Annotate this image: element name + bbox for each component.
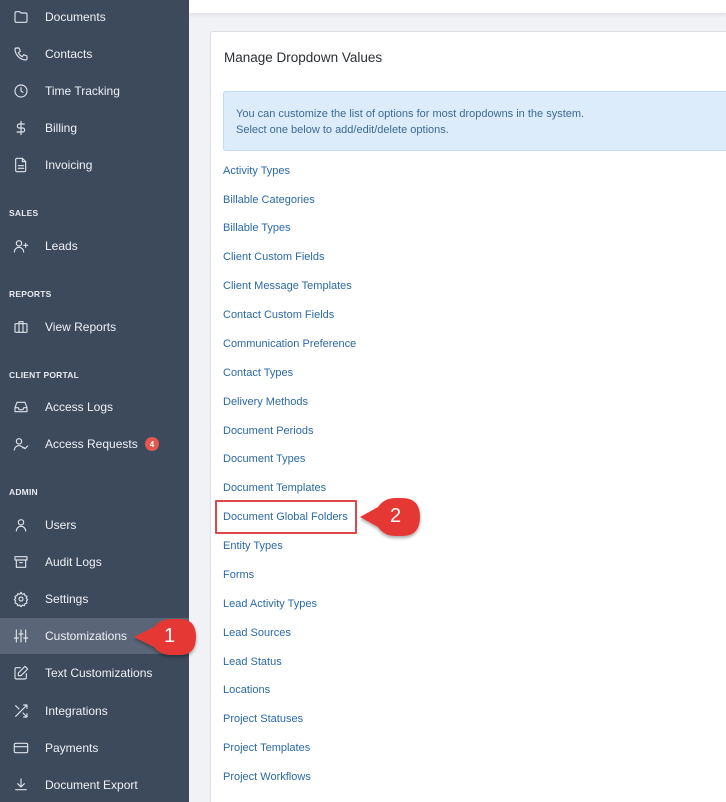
archive-icon [12,553,30,571]
link-project-workflows[interactable]: Project Workflows [223,771,311,783]
sidebar-item-label: Document Export [45,778,138,792]
sidebar-item-document-export[interactable]: Document Export [0,767,189,802]
sidebar-item-label: Payments [45,741,99,755]
link-billable-types[interactable]: Billable Types [223,222,291,234]
sliders-icon [12,627,30,645]
sidebar-item-label: Settings [45,592,89,606]
gear-icon [12,590,30,608]
info-alert: You can customize the list of options fo… [223,91,726,151]
sidebar-item-contacts[interactable]: Contacts [0,36,189,72]
sidebar-item-view-reports[interactable]: View Reports [0,309,189,345]
sidebar-item-label: Contacts [45,47,93,61]
link-lead-status[interactable]: Lead Status [223,656,282,668]
sidebar-item-label: Customizations [45,629,128,643]
section-heading-reports: REPORTS [9,289,52,299]
link-lead-activity-types[interactable]: Lead Activity Types [223,598,317,610]
link-document-templates[interactable]: Document Templates [223,482,326,494]
sidebar-item-label: Time Tracking [45,84,120,98]
info-text-line: Select one below to add/edit/delete opti… [236,124,449,136]
sidebar-item-label: Integrations [45,704,108,718]
link-document-types[interactable]: Document Types [223,453,305,465]
sidebar-item-settings[interactable]: Settings [0,581,189,617]
inbox-icon [12,398,30,416]
sidebar-item-label: Leads [45,239,78,253]
link-project-templates[interactable]: Project Templates [223,742,310,754]
link-document-periods[interactable]: Document Periods [223,425,314,437]
section-heading-client-portal: CLIENT PORTAL [9,370,79,380]
clock-icon [12,82,30,100]
sidebar-item-label: Access Logs [45,400,114,414]
link-billable-categories[interactable]: Billable Categories [223,194,315,206]
sidebar-item-time-tracking[interactable]: Time Tracking [0,73,189,109]
sidebar-item-label: Invoicing [45,158,93,172]
link-project-statuses[interactable]: Project Statuses [223,713,303,725]
link-client-message-templates[interactable]: Client Message Templates [223,280,352,292]
sidebar-item-label: Documents [45,10,106,24]
notification-badge: 4 [145,437,159,451]
link-lead-sources[interactable]: Lead Sources [223,627,291,639]
sidebar-item-integrations[interactable]: Integrations [0,693,189,729]
callout-number: 2 [390,505,402,527]
callout-2: 2 [358,497,424,537]
sidebar-item-audit-logs[interactable]: Audit Logs [0,544,189,580]
callout-number: 1 [164,625,176,647]
link-contact-types[interactable]: Contact Types [223,367,293,379]
link-activity-types[interactable]: Activity Types [223,165,290,177]
phone-icon [12,45,30,63]
link-client-custom-fields[interactable]: Client Custom Fields [223,251,324,263]
sidebar-item-leads[interactable]: Leads [0,228,189,264]
sidebar-item-text-customizations[interactable]: Text Customizations [0,655,189,691]
edit-icon [12,664,30,682]
page-title: Manage Dropdown Values [224,50,383,65]
download-icon [12,776,30,794]
callout-1: 1 [130,618,200,656]
sidebar-item-access-requests[interactable]: Access Requests 4 [0,426,189,462]
highlight-box [215,500,357,534]
link-communication-preference[interactable]: Communication Preference [223,338,356,350]
info-text-line: You can customize the list of options fo… [236,108,585,120]
sidebar-item-label: Audit Logs [45,555,102,569]
sidebar-item-users[interactable]: Users [0,507,189,543]
sidebar-item-label: Billing [45,121,78,135]
sidebar-item-label: Access Requests [45,437,138,451]
link-locations[interactable]: Locations [223,684,270,696]
link-contact-custom-fields[interactable]: Contact Custom Fields [223,309,334,321]
dropdown-values-panel: Manage Dropdown Values You can customize… [210,31,726,802]
user-check-icon [12,435,30,453]
sidebar: Documents Contacts Time Tracking Billing… [0,0,189,802]
sidebar-item-access-logs[interactable]: Access Logs [0,389,189,425]
user-icon [12,516,30,534]
user-plus-icon [12,237,30,255]
link-forms[interactable]: Forms [223,569,254,581]
sidebar-item-label: Text Customizations [45,666,153,680]
sidebar-item-label: View Reports [45,320,117,334]
sidebar-item-invoicing[interactable]: Invoicing [0,147,189,183]
link-delivery-methods[interactable]: Delivery Methods [223,396,308,408]
dollar-icon [12,119,30,137]
sidebar-item-documents[interactable]: Documents [0,0,189,35]
sidebar-item-payments[interactable]: Payments [0,730,189,766]
section-heading-sales: SALES [9,208,39,218]
folder-icon [12,8,30,26]
sidebar-item-billing[interactable]: Billing [0,110,189,146]
shuffle-icon [12,702,30,720]
link-entity-types[interactable]: Entity Types [223,540,283,552]
top-bar [189,0,726,13]
sidebar-item-label: Users [45,518,77,532]
section-heading-admin: ADMIN [9,487,38,497]
document-icon [12,156,30,174]
credit-card-icon [12,739,30,757]
briefcase-icon [12,318,30,336]
